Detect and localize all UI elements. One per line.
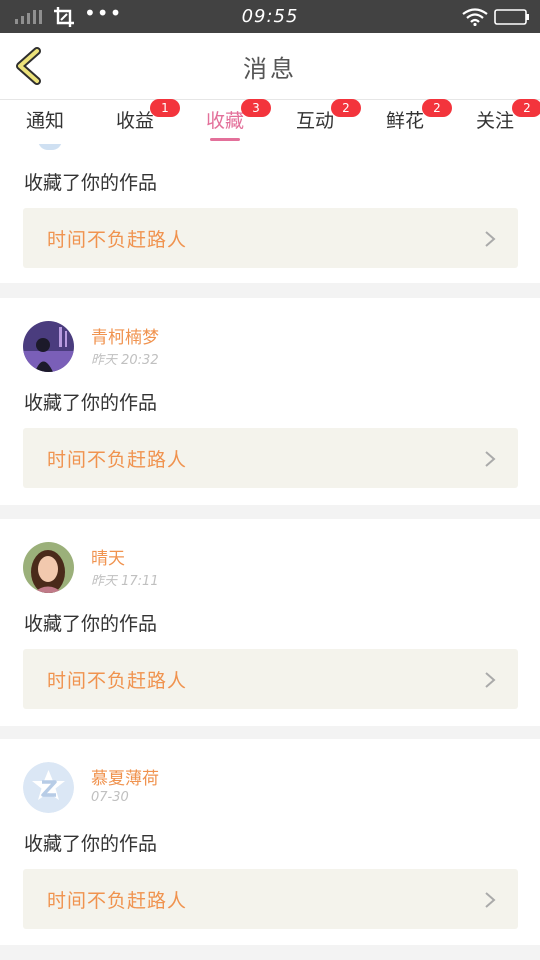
avatar[interactable] xyxy=(23,762,74,813)
timestamp: 昨天 20:32 xyxy=(91,353,159,368)
tab-badge: 2 xyxy=(331,99,361,117)
tab-label: 通知 xyxy=(25,110,64,132)
action-text: 收藏了你的作品 xyxy=(24,833,158,855)
work-title: 时间不负赶路人 xyxy=(47,229,188,251)
page-title: 消息 xyxy=(243,55,297,83)
avatar[interactable] xyxy=(23,542,74,593)
timestamp: 昨天 17:11 xyxy=(91,574,159,589)
message-feed[interactable]: 收藏了你的作品 时间不负赶路人 青柯楠梦 昨天 20:32 收藏了你的作品 时间… xyxy=(0,144,540,960)
work-title: 时间不负赶路人 xyxy=(47,449,188,471)
action-text: 收藏了你的作品 xyxy=(24,172,158,194)
chevron-right-icon xyxy=(485,451,496,467)
action-text: 收藏了你的作品 xyxy=(24,392,158,414)
list-item: 慕夏薄荷 07-30 收藏了你的作品 时间不负赶路人 xyxy=(0,739,540,945)
tab-badge: 1 xyxy=(150,99,180,117)
chevron-right-icon xyxy=(485,892,496,908)
tab-notifications[interactable]: 通知 xyxy=(0,106,90,133)
header: 消息 xyxy=(0,33,540,100)
chevron-right-icon xyxy=(485,672,496,688)
chevron-right-icon xyxy=(485,231,496,247)
list-item: 收藏了你的作品 时间不负赶路人 xyxy=(0,144,540,283)
username[interactable]: 晴天 xyxy=(91,544,125,569)
tab-bar: 通知 收益 1 收藏 3 互动 2 鲜花 2 关注 2 xyxy=(0,99,540,144)
status-bar: ••• 09:55 xyxy=(0,0,540,33)
work-link[interactable]: 时间不负赶路人 xyxy=(23,869,518,929)
avatar xyxy=(38,144,62,150)
username[interactable]: 慕夏薄荷 xyxy=(91,764,159,789)
tab-label: 收益 xyxy=(115,110,154,132)
tab-earnings[interactable]: 收益 1 xyxy=(90,99,180,133)
timestamp: 07-30 xyxy=(91,790,129,805)
list-item: 晴天 昨天 17:11 收藏了你的作品 时间不负赶路人 xyxy=(0,519,540,726)
tab-underline xyxy=(210,138,240,141)
status-time: 09:55 xyxy=(241,6,299,27)
tab-badge: 2 xyxy=(512,99,540,117)
tab-follows[interactable]: 关注 2 xyxy=(450,99,540,133)
tab-label: 鲜花 xyxy=(385,110,424,132)
tab-badge: 3 xyxy=(241,99,271,117)
tab-interactions[interactable]: 互动 2 xyxy=(270,99,361,133)
work-link[interactable]: 时间不负赶路人 xyxy=(23,428,518,488)
username[interactable]: 青柯楠梦 xyxy=(91,323,159,348)
tab-label: 关注 xyxy=(475,110,514,132)
tab-flowers[interactable]: 鲜花 2 xyxy=(360,99,452,133)
list-item: 青柯楠梦 昨天 20:32 收藏了你的作品 时间不负赶路人 xyxy=(0,298,540,505)
work-link[interactable]: 时间不负赶路人 xyxy=(23,649,518,709)
tab-label: 收藏 xyxy=(205,110,244,132)
work-link[interactable]: 时间不负赶路人 xyxy=(23,208,518,268)
wifi-icon xyxy=(462,8,488,26)
tab-favorites[interactable]: 收藏 3 xyxy=(180,99,271,141)
avatar[interactable] xyxy=(23,321,74,372)
work-title: 时间不负赶路人 xyxy=(47,670,188,692)
battery-icon xyxy=(494,9,529,25)
action-text: 收藏了你的作品 xyxy=(24,613,158,635)
tab-badge: 2 xyxy=(422,99,452,117)
tab-label: 互动 xyxy=(295,110,334,132)
work-title: 时间不负赶路人 xyxy=(47,890,188,912)
